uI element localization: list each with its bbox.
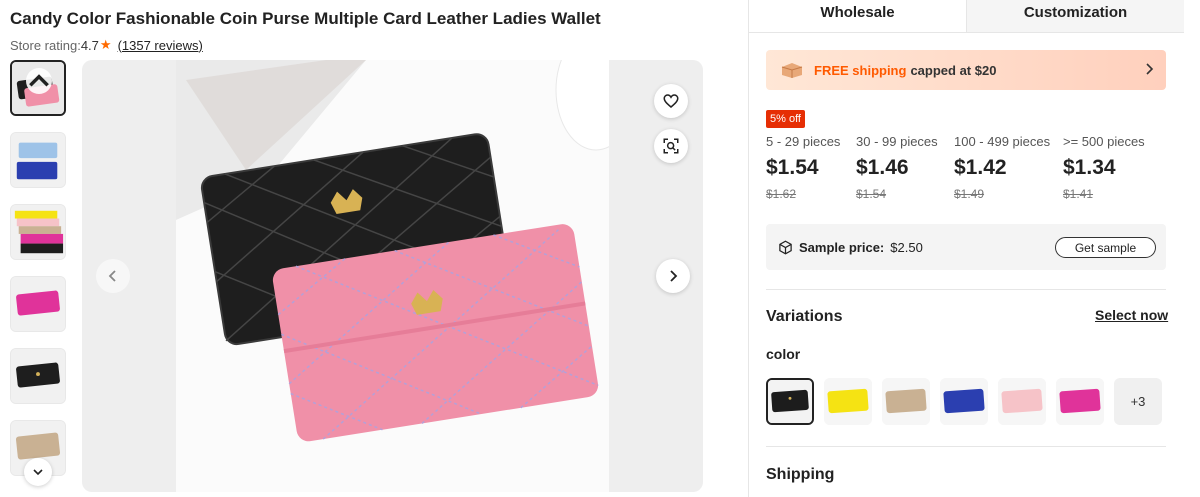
tab-wholesale[interactable]: Wholesale (749, 0, 966, 32)
rating-value: 4.7 (80, 37, 99, 53)
tab-customization[interactable]: Customization (966, 0, 1184, 32)
next-image-button[interactable] (656, 259, 690, 293)
box-icon (779, 240, 792, 254)
chevron-down-icon (33, 469, 43, 476)
chevron-right-icon (670, 270, 678, 282)
thumbnail-3[interactable] (10, 204, 66, 260)
color-swatch-black[interactable] (766, 378, 814, 425)
price-tier-4: >= 500 pieces $1.34 $1.41 (1063, 134, 1145, 201)
store-rating: Store rating: 4.7 ★ (1357 reviews) (10, 37, 203, 53)
tier-price: $1.46 (856, 156, 909, 179)
discount-badge: 5% off (766, 110, 805, 128)
sample-price-box: Sample price: $2.50 Get sample (766, 224, 1166, 270)
tier-price: $1.42 (954, 156, 1007, 179)
product-gallery-section: Candy Color Fashionable Coin Purse Multi… (0, 0, 740, 497)
tier-price: $1.54 (766, 156, 819, 179)
pricing-tabs: Wholesale Customization (749, 0, 1184, 33)
shipping-box-icon (781, 63, 803, 78)
divider (766, 446, 1166, 447)
thumbnail-scroll-down-button[interactable] (24, 458, 52, 486)
color-swatch-yellow[interactable] (824, 378, 872, 425)
sample-price-value: $2.50 (890, 239, 923, 255)
price-tier-1: 5 - 29 pieces $1.54 $1.62 (766, 134, 840, 201)
chevron-left-icon (108, 270, 116, 282)
product-title: Candy Color Fashionable Coin Purse Multi… (10, 9, 601, 28)
shipping-cap-text: capped at $20 (910, 62, 997, 78)
shipping-heading: Shipping (766, 466, 835, 483)
price-tier-3: 100 - 499 pieces $1.42 $1.49 (954, 134, 1050, 201)
chevron-right-icon (1146, 63, 1154, 75)
color-swatch-light-pink[interactable] (998, 378, 1046, 425)
favorite-button[interactable] (654, 84, 688, 118)
color-swatch-beige[interactable] (882, 378, 930, 425)
thumbnail-5[interactable] (10, 348, 66, 404)
divider (766, 289, 1166, 290)
free-shipping-banner[interactable]: FREE shipping capped at $20 (766, 50, 1166, 90)
color-swatch-blue[interactable] (940, 378, 988, 425)
tier-price: $1.34 (1063, 156, 1116, 179)
image-search-button[interactable] (654, 129, 688, 163)
more-colors-button[interactable]: +3 (1114, 378, 1162, 425)
color-label: color (766, 346, 801, 362)
get-sample-button[interactable]: Get sample (1055, 237, 1156, 258)
select-now-link[interactable]: Select now (1095, 307, 1168, 323)
main-product-image[interactable] (82, 60, 703, 492)
tier-old-price: $1.41 (1063, 187, 1094, 201)
thumbnail-scroll-up-button[interactable] (26, 68, 52, 94)
tier-old-price: $1.54 (856, 187, 887, 201)
image-search-icon (663, 138, 679, 154)
wallet-photo (176, 60, 609, 492)
tier-range: 5 - 29 pieces (766, 134, 841, 149)
variations-title: Variations (766, 308, 843, 325)
tier-range: >= 500 pieces (1063, 134, 1145, 149)
price-tier-2: 30 - 99 pieces $1.46 $1.54 (856, 134, 938, 201)
star-icon: ★ (99, 37, 112, 52)
reviews-link[interactable]: (1357 reviews) (118, 38, 203, 53)
thumbnail-2[interactable] (10, 132, 66, 188)
tier-range: 30 - 99 pieces (856, 134, 938, 149)
tier-old-price: $1.49 (954, 187, 985, 201)
tier-old-price: $1.62 (766, 187, 797, 201)
tier-range: 100 - 499 pieces (954, 134, 1051, 149)
heart-icon (663, 94, 679, 108)
thumbnail-4[interactable] (10, 276, 66, 332)
purchase-panel: Wholesale Customization FREE shipping ca… (749, 0, 1200, 497)
color-swatch-magenta[interactable] (1056, 378, 1104, 425)
sample-price-label: Sample price: (799, 239, 885, 255)
thumbnail-1[interactable] (10, 60, 66, 116)
rating-label: Store rating: (10, 37, 81, 53)
free-shipping-text: FREE shipping (814, 62, 907, 78)
thumbnail-list (10, 60, 66, 497)
chevron-up-icon (29, 74, 49, 87)
previous-image-button[interactable] (96, 259, 130, 293)
product-page: Candy Color Fashionable Coin Purse Multi… (0, 0, 1200, 497)
